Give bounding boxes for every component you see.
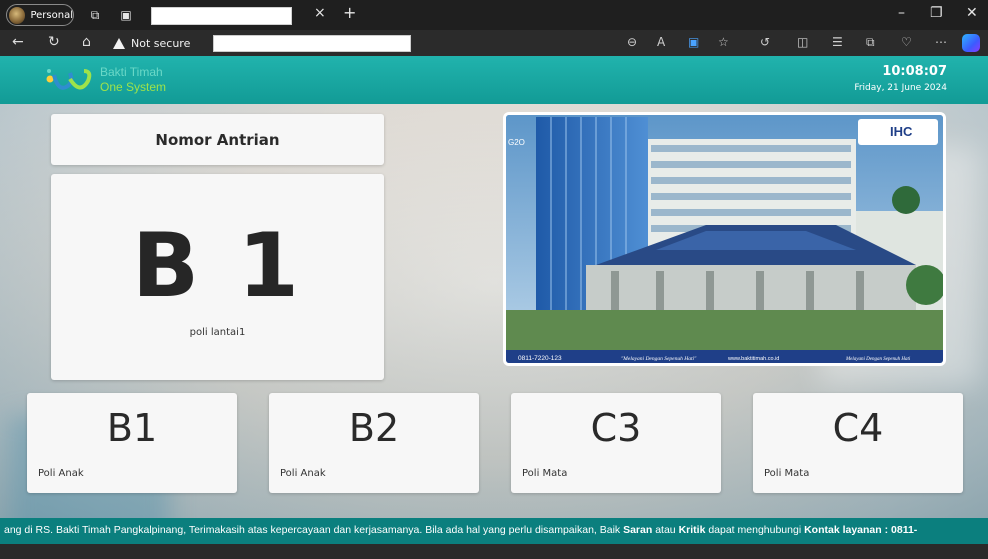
address-bar: ← ↻ ⌂ Not secure ⊖ A ▣ ☆ ↺ ◫ ☰ ⧉ ♡ ⋯ xyxy=(0,30,988,56)
url-input-redacted[interactable] xyxy=(213,35,411,52)
profile-label: Personal xyxy=(30,9,73,21)
photo-tagline: "Melayani Dengan Sepenuh Hati" xyxy=(621,356,697,362)
security-label: Not secure xyxy=(131,36,191,50)
tab-title-redacted[interactable] xyxy=(151,7,292,25)
photo-phone: 0811-7220-123 xyxy=(518,355,562,362)
tab-actions-icon[interactable]: ▣ xyxy=(117,6,135,24)
health-icon[interactable]: ♡ xyxy=(901,35,912,49)
ticker-part: atau xyxy=(652,524,679,536)
split-screen-icon[interactable]: ◫ xyxy=(797,35,808,49)
profile-button[interactable]: Personal xyxy=(6,4,74,26)
immersive-icon[interactable]: ▣ xyxy=(688,35,699,49)
back-icon[interactable]: ← xyxy=(12,34,24,50)
brand-subtitle: One System xyxy=(100,80,167,94)
counter-label: Poli Mata xyxy=(764,468,810,479)
counter-label: Poli Anak xyxy=(38,468,84,479)
clock-time: 10:08:07 xyxy=(882,64,947,79)
favorites-bar-icon[interactable]: ☰ xyxy=(832,35,843,49)
minimize-icon[interactable]: – xyxy=(898,5,905,21)
hospital-building-image: IHC G2O 0811-7220-123 "Melayani Dengan S… xyxy=(506,115,943,363)
counter-number: C3 xyxy=(590,406,642,450)
ticker-bold: Kritik xyxy=(678,524,706,536)
photo-logo-text: IHC xyxy=(890,124,913,139)
counter-number: B2 xyxy=(348,406,400,450)
collections-icon[interactable]: ⧉ xyxy=(866,35,875,50)
zoom-icon[interactable]: ⊖ xyxy=(627,35,637,49)
home-icon[interactable]: ⌂ xyxy=(82,34,91,50)
read-aloud-icon[interactable]: A xyxy=(657,35,665,49)
security-indicator[interactable]: Not secure xyxy=(113,33,209,53)
bakti-timah-logo-icon xyxy=(46,69,92,90)
counter-label: Poli Mata xyxy=(522,468,568,479)
ticker-part: dapat menghubungi xyxy=(705,524,805,536)
warning-icon xyxy=(113,37,125,49)
current-queue-number: B 1 xyxy=(132,214,303,317)
hospital-photo: IHC G2O 0811-7220-123 "Melayani Dengan S… xyxy=(503,112,946,366)
photo-website: www.baktitimah.co.id xyxy=(727,356,779,362)
queue-display-app: Bakti Timah One System 10:08:07 Friday, … xyxy=(0,56,988,559)
clock-date: Friday, 21 June 2024 xyxy=(854,83,947,93)
running-text-ticker: ang di RS. Bakti Timah Pangkalpinang, Te… xyxy=(0,518,988,544)
ticker-bold: Saran xyxy=(623,524,653,536)
counter-card-3: C3 Poli Mata xyxy=(511,393,721,493)
workspaces-icon[interactable]: ⧉ xyxy=(86,6,104,24)
current-queue-card: B 1 poli lantai1 xyxy=(51,174,384,380)
refresh-icon[interactable]: ↻ xyxy=(48,34,60,50)
avatar xyxy=(9,6,26,24)
browser-titlebar: Personal ⧉ ▣ × + – ❐ ✕ xyxy=(0,0,988,30)
ticker-bold: Kontak layanan : 0811- xyxy=(804,524,918,536)
queue-title: Nomor Antrian xyxy=(51,114,384,165)
copilot-icon[interactable] xyxy=(962,34,980,52)
footer-bar xyxy=(0,544,988,559)
counter-card-1: B1 Poli Anak xyxy=(27,393,237,493)
counter-card-4: C4 Poli Mata xyxy=(753,393,963,493)
app-header: Bakti Timah One System 10:08:07 Friday, … xyxy=(0,56,988,104)
ticker-part: ang di RS. Bakti Timah Pangkalpinang, Te… xyxy=(4,524,624,536)
photo-left-badge: G2O xyxy=(508,138,525,147)
restore-icon[interactable]: ❐ xyxy=(930,5,943,21)
extensions-icon[interactable]: ↺ xyxy=(760,35,770,49)
close-tab-icon[interactable]: × xyxy=(314,5,326,21)
ticker-text: ang di RS. Bakti Timah Pangkalpinang, Te… xyxy=(4,524,917,536)
current-queue-location: poli lantai1 xyxy=(189,327,246,338)
photo-right-tagline: Melayani Dengan Sepenuh Hati xyxy=(845,357,911,362)
counter-number: B1 xyxy=(106,406,158,450)
close-window-icon[interactable]: ✕ xyxy=(966,5,978,21)
counter-card-2: B2 Poli Anak xyxy=(269,393,479,493)
favorite-icon[interactable]: ☆ xyxy=(718,35,729,49)
counter-number: C4 xyxy=(832,406,884,450)
counter-label: Poli Anak xyxy=(280,468,326,479)
new-tab-icon[interactable]: + xyxy=(343,3,356,22)
more-icon[interactable]: ⋯ xyxy=(935,35,947,49)
brand-name: Bakti Timah xyxy=(100,65,163,79)
